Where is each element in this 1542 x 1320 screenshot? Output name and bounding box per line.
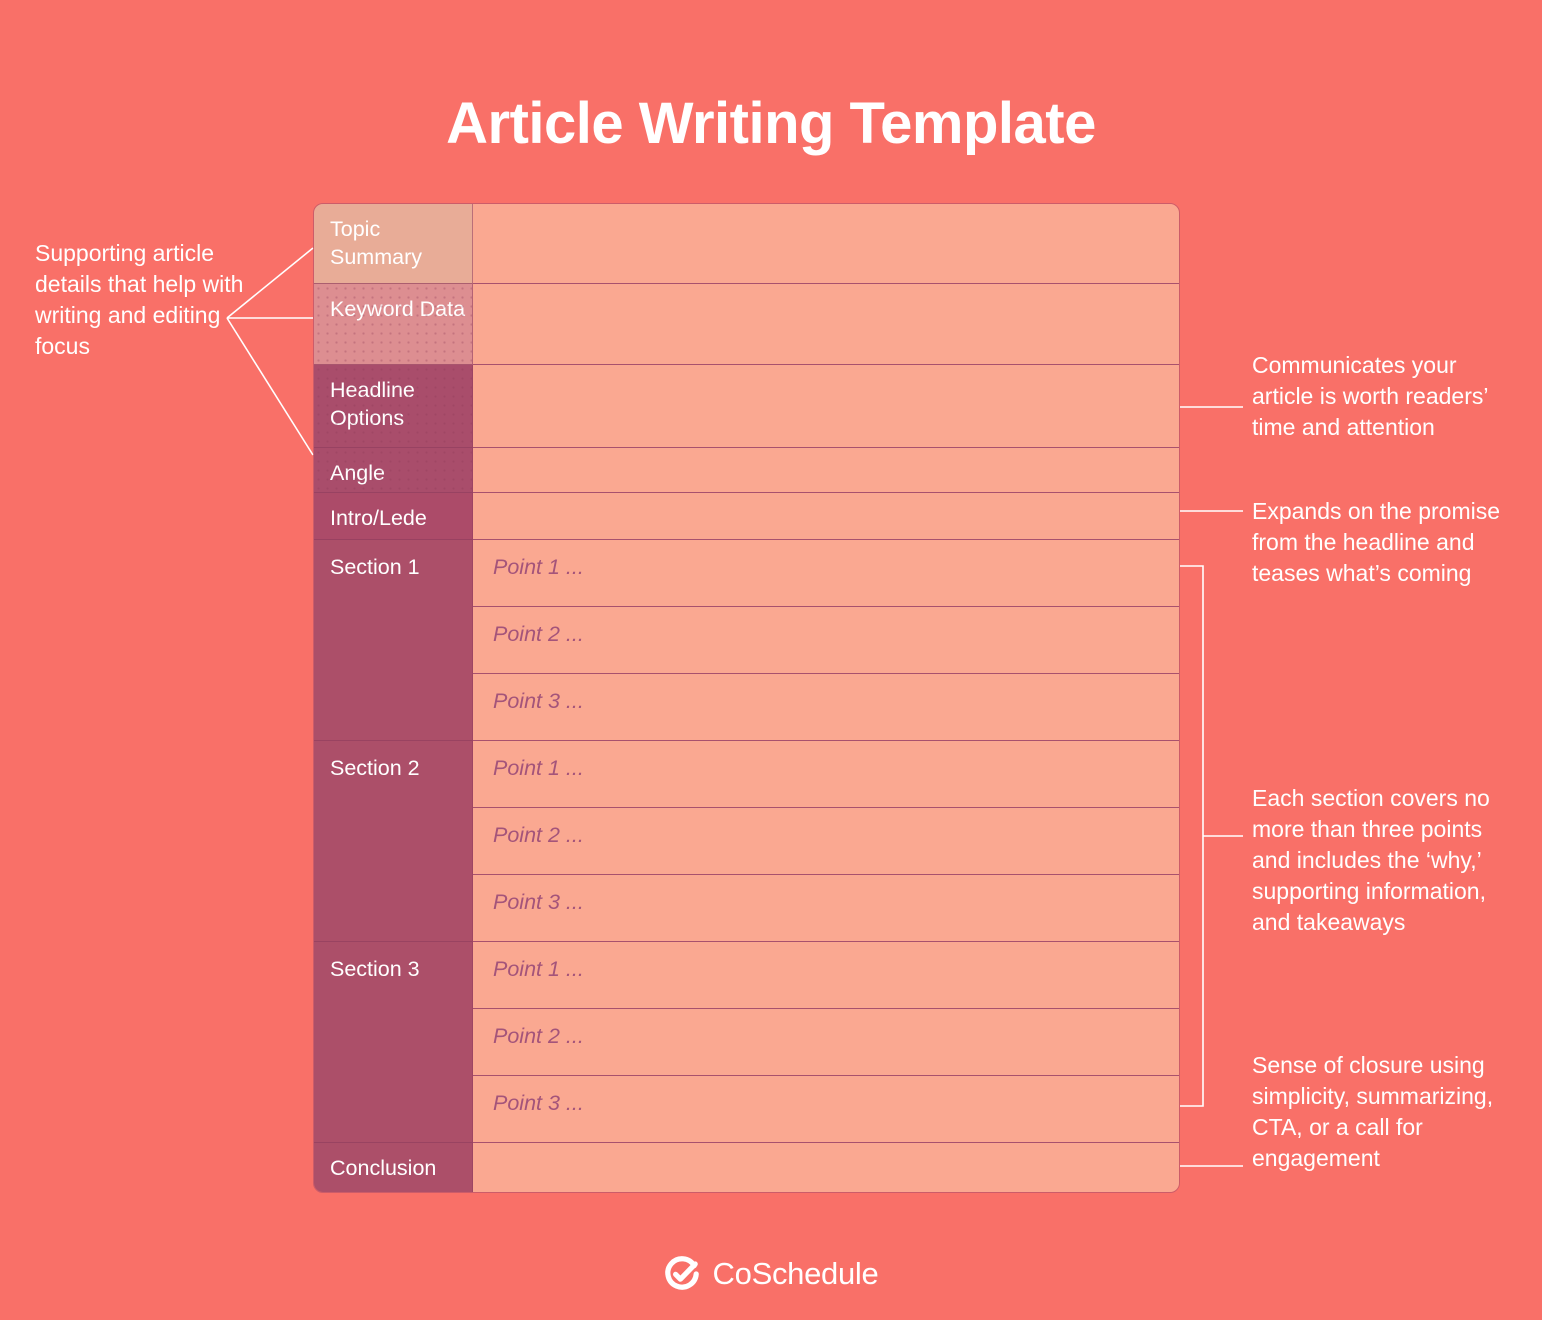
section-block: Section 2 Point 1 ... Point 2 ... Point …: [314, 741, 1179, 942]
section-block: Section 1 Point 1 ... Point 2 ... Point …: [314, 540, 1179, 741]
point-row[interactable]: Point 2 ...: [473, 808, 1179, 875]
row-value-intro-lede[interactable]: [473, 493, 1179, 540]
row-label-section-3: Section 3: [314, 942, 473, 1143]
infographic-canvas: Article Writing Template Topic Summary K…: [0, 0, 1542, 1320]
point-text: Point 1 ...: [493, 957, 584, 981]
row-label-headline-options: Headline Options: [314, 365, 473, 448]
section-block: Section 3 Point 1 ... Point 2 ... Point …: [314, 942, 1179, 1143]
leader-right-sections-bracket: [1180, 565, 1204, 1107]
point-text: Point 3 ...: [493, 1091, 584, 1115]
point-row[interactable]: Point 1 ...: [473, 942, 1179, 1009]
point-row[interactable]: Point 1 ...: [473, 540, 1179, 607]
point-text: Point 2 ...: [493, 622, 584, 646]
annotation-sections: Each section covers no more than three p…: [1252, 785, 1490, 936]
table-row[interactable]: Angle: [314, 448, 1179, 493]
annotation-conclusion: Sense of closure using simplicity, summa…: [1252, 1052, 1494, 1172]
row-label-section-1: Section 1: [314, 540, 473, 741]
point-text: Point 1 ...: [493, 756, 584, 780]
table-row[interactable]: Keyword Data: [314, 284, 1179, 365]
table-row[interactable]: Conclusion: [314, 1143, 1179, 1192]
section-1-points: Point 1 ... Point 2 ... Point 3 ...: [473, 540, 1179, 741]
point-row[interactable]: Point 2 ...: [473, 607, 1179, 674]
point-row[interactable]: Point 2 ...: [473, 1009, 1179, 1076]
point-row[interactable]: Point 3 ...: [473, 1076, 1179, 1143]
row-value-topic-summary[interactable]: [473, 204, 1179, 284]
row-label-keyword-data: Keyword Data: [314, 284, 473, 365]
brand-name: CoSchedule: [712, 1256, 879, 1291]
point-text: Point 2 ...: [493, 823, 584, 847]
annotation-supporting-details: Supporting article details that help wit…: [35, 240, 244, 360]
point-row[interactable]: Point 1 ...: [473, 741, 1179, 808]
row-value-keyword-data[interactable]: [473, 284, 1179, 365]
point-text: Point 3 ...: [493, 890, 584, 914]
table-row[interactable]: Headline Options: [314, 365, 1179, 448]
point-row[interactable]: Point 3 ...: [473, 674, 1179, 741]
row-label-topic-summary: Topic Summary: [314, 204, 473, 284]
point-text: Point 1 ...: [493, 555, 584, 579]
point-row[interactable]: Point 3 ...: [473, 875, 1179, 942]
footer-logo: CoSchedule: [0, 1256, 1542, 1292]
row-label-conclusion: Conclusion: [314, 1143, 473, 1192]
article-template-table: Topic Summary Keyword Data Headline Opti…: [313, 203, 1180, 1193]
annotation-intro-lede: Expands on the promise from the headline…: [1252, 498, 1501, 587]
table-row[interactable]: Topic Summary: [314, 204, 1179, 284]
row-value-conclusion[interactable]: [473, 1143, 1179, 1192]
point-text: Point 3 ...: [493, 689, 584, 713]
point-text: Point 2 ...: [493, 1024, 584, 1048]
table-row[interactable]: Intro/Lede: [314, 493, 1179, 540]
row-value-headline-options[interactable]: [473, 365, 1179, 448]
coschedule-check-circle-icon: [664, 1256, 699, 1290]
row-value-angle[interactable]: [473, 448, 1179, 493]
row-label-section-2: Section 2: [314, 741, 473, 942]
row-label-angle: Angle: [314, 448, 473, 493]
section-3-points: Point 1 ... Point 2 ... Point 3 ...: [473, 942, 1179, 1143]
section-2-points: Point 1 ... Point 2 ... Point 3 ...: [473, 741, 1179, 942]
page-title: Article Writing Template: [446, 91, 1096, 156]
annotation-headline-options: Communicates your article is worth reade…: [1252, 352, 1488, 441]
row-label-intro-lede: Intro/Lede: [314, 493, 473, 540]
